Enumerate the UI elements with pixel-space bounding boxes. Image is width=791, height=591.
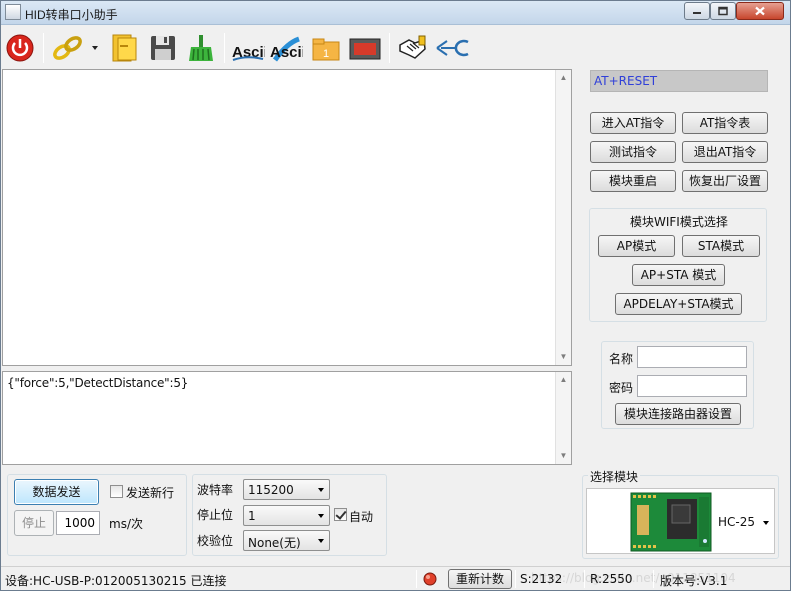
device-status: 设备:HC-USB-P:012005130215 已连接	[5, 574, 227, 588]
chevron-down-icon	[763, 521, 769, 525]
scroll-down-icon[interactable]: ▼	[556, 448, 571, 464]
version-text: 版本号:V3.1	[660, 574, 728, 588]
auto-checkbox[interactable]	[334, 508, 347, 521]
auto-label: 自动	[349, 510, 374, 524]
send-newline-checkbox[interactable]	[110, 485, 123, 498]
chevron-down-icon	[318, 514, 324, 518]
module-restart-button[interactable]: 模块重启	[590, 170, 676, 192]
send-text-content: {"force":5,"DetectDistance":5}	[7, 376, 189, 390]
router-connect-button[interactable]: 模块连接路由器设置	[615, 403, 741, 425]
power-icon[interactable]	[5, 33, 35, 63]
module-board-image	[630, 492, 712, 552]
status-separator	[416, 570, 417, 588]
baud-label: 波特率	[197, 483, 234, 497]
module-select-dropdown[interactable]: HC-25	[586, 488, 775, 554]
svg-text:Ascii: Ascii	[270, 44, 303, 61]
baud-select[interactable]: 115200	[243, 479, 330, 500]
interval-input[interactable]: 1000	[56, 511, 100, 535]
toolbar-separator	[389, 33, 390, 63]
ascii-send-icon[interactable]: Ascii	[231, 33, 268, 63]
stop-bits-value: 1	[248, 509, 256, 523]
app-icon	[5, 4, 21, 20]
minimize-button[interactable]	[684, 2, 710, 20]
toolbar-separator	[224, 33, 225, 63]
baud-value: 115200	[248, 483, 294, 497]
reset-count-button[interactable]: 重新计数	[448, 569, 512, 589]
device-icon[interactable]	[348, 33, 382, 63]
svg-text:1: 1	[323, 48, 329, 60]
parity-value: None(无)	[248, 536, 301, 550]
chevron-down-icon	[318, 539, 324, 543]
apdelay-sta-mode-button[interactable]: APDELAY+STA模式	[615, 293, 742, 315]
sent-count: S:2132	[520, 572, 563, 586]
ascii-receive-icon[interactable]: Ascii	[269, 33, 306, 63]
status-led-icon	[423, 572, 437, 586]
scroll-down-icon[interactable]: ▼	[556, 349, 571, 365]
hc-logo-icon[interactable]	[435, 33, 471, 63]
router-name-label: 名称	[609, 352, 634, 366]
send-newline-label: 发送新行	[126, 486, 175, 500]
toolbar-separator	[43, 33, 44, 63]
maximize-icon	[718, 6, 728, 16]
parity-select[interactable]: None(无)	[243, 530, 330, 551]
interval-unit-label: ms/次	[109, 517, 143, 531]
ap-mode-button[interactable]: AP模式	[598, 235, 675, 257]
status-bar: 设备:HC-USB-P:012005130215 已连接 重新计数 https:…	[1, 566, 790, 590]
enter-at-button[interactable]: 进入AT指令	[590, 112, 676, 134]
open-folder-icon[interactable]	[110, 33, 140, 63]
scroll-up-icon[interactable]: ▲	[556, 70, 571, 86]
at-command-table-button[interactable]: AT指令表	[682, 112, 768, 134]
send-textarea[interactable]: {"force":5,"DetectDistance":5} ▲ ▼	[2, 371, 572, 465]
window-title: HID转串口小助手	[25, 8, 118, 22]
toolbar: Ascii Ascii 1	[1, 25, 790, 69]
router-password-label: 密码	[609, 381, 634, 395]
module-select-title: 选择模块	[588, 468, 641, 485]
receive-scrollbar[interactable]: ▲ ▼	[555, 70, 571, 365]
stop-bits-select[interactable]: 1	[243, 505, 330, 526]
chevron-down-icon	[318, 488, 324, 492]
close-button[interactable]	[736, 2, 784, 20]
router-name-input[interactable]	[637, 346, 747, 368]
minimize-icon	[693, 12, 701, 14]
link-icon[interactable]	[51, 33, 99, 63]
send-scrollbar[interactable]: ▲ ▼	[555, 372, 571, 464]
wifi-mode-title: 模块WIFI模式选择	[628, 213, 730, 230]
factory-reset-button[interactable]: 恢复出厂设置	[682, 170, 768, 192]
module-selected-value: HC-25	[718, 515, 756, 529]
exit-at-button[interactable]: 退出AT指令	[682, 141, 768, 163]
main-window: HID转串口小助手 Ascii Ascii 1 ▲ ▼ {"force":5,"…	[0, 0, 791, 591]
test-command-button[interactable]: 测试指令	[590, 141, 676, 163]
status-separator	[584, 570, 585, 588]
maximize-button[interactable]	[710, 2, 736, 20]
handshake-icon[interactable]	[397, 33, 427, 63]
received-count: R:2550	[590, 572, 633, 586]
status-separator	[653, 570, 654, 588]
stop-bits-label: 停止位	[197, 508, 234, 522]
stop-button[interactable]: 停止	[14, 510, 54, 536]
ap-sta-mode-button[interactable]: AP+STA 模式	[632, 264, 725, 286]
clear-broom-icon[interactable]	[186, 33, 216, 63]
receive-textarea[interactable]: ▲ ▼	[2, 69, 572, 366]
at-command-display: AT+RESET	[590, 70, 768, 92]
close-icon	[755, 6, 765, 16]
tab-counter-icon[interactable]: 1	[311, 33, 341, 63]
sta-mode-button[interactable]: STA模式	[682, 235, 760, 257]
title-bar: HID转串口小助手	[1, 1, 790, 25]
router-password-input[interactable]	[637, 375, 747, 397]
status-separator	[515, 570, 516, 588]
save-icon[interactable]	[148, 33, 178, 63]
send-data-button[interactable]: 数据发送	[14, 479, 99, 505]
parity-label: 校验位	[197, 534, 234, 548]
scroll-up-icon[interactable]: ▲	[556, 372, 571, 388]
